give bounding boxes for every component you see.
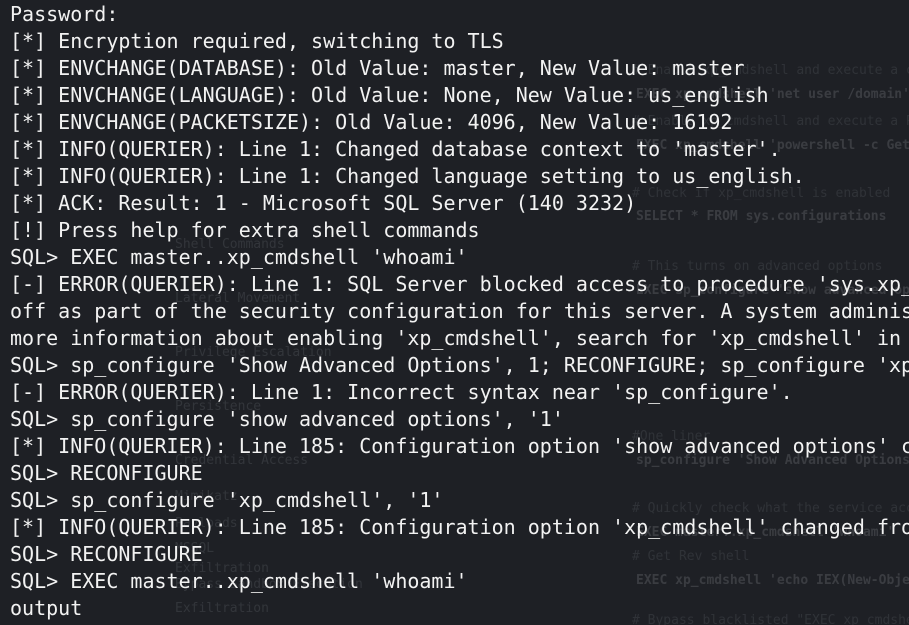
terminal-line: SQL> sp_configure 'xp_cmdshell', '1' [10, 488, 444, 512]
terminal-line: [*] ENVCHANGE(DATABASE): Old Value: mast… [10, 56, 745, 80]
terminal-window[interactable]: # Enable xp_cmdshell and execute a cmd c… [0, 0, 909, 625]
terminal-line: SQL> EXEC master..xp_cmdshell 'whoami' [10, 569, 468, 593]
terminal-line: off as part of the security configuratio… [10, 299, 909, 323]
terminal-line: SQL> EXEC master..xp_cmdshell 'whoami' [10, 245, 468, 269]
terminal-line: SQL> RECONFIGURE [10, 542, 203, 566]
terminal-line: [-] ERROR(QUERIER): Line 1: Incorrect sy… [10, 380, 793, 404]
terminal-line: SQL> sp_configure 'Show Advanced Options… [10, 353, 909, 377]
terminal-line: [*] INFO(QUERIER): Line 1: Changed datab… [10, 137, 781, 161]
terminal-line: more information about enabling 'xp_cmds… [10, 326, 902, 350]
terminal-line: [*] ACK: Result: 1 - Microsoft SQL Serve… [10, 191, 637, 215]
terminal-line: [*] Encryption required, switching to TL… [10, 29, 504, 53]
terminal-line: output [10, 596, 83, 620]
terminal-line: [!] Press help for extra shell commands [10, 218, 480, 242]
terminal-line: SQL> RECONFIGURE [10, 461, 203, 485]
terminal-line: [-] ERROR(QUERIER): Line 1: SQL Server b… [10, 272, 909, 296]
terminal-line: [*] ENVCHANGE(PACKETSIZE): Old Value: 40… [10, 110, 733, 134]
terminal-line: SQL> sp_configure 'show advanced options… [10, 407, 564, 431]
terminal-output[interactable]: Password: [*] Encryption required, switc… [10, 1, 909, 625]
terminal-line: [*] INFO(QUERIER): Line 1: Changed langu… [10, 164, 805, 188]
terminal-line: [*] INFO(QUERIER): Line 185: Configurati… [10, 515, 909, 539]
terminal-line: Password: [10, 2, 119, 26]
terminal-line: [*] ENVCHANGE(LANGUAGE): Old Value: None… [10, 83, 769, 107]
terminal-line: [*] INFO(QUERIER): Line 185: Configurati… [10, 434, 909, 458]
